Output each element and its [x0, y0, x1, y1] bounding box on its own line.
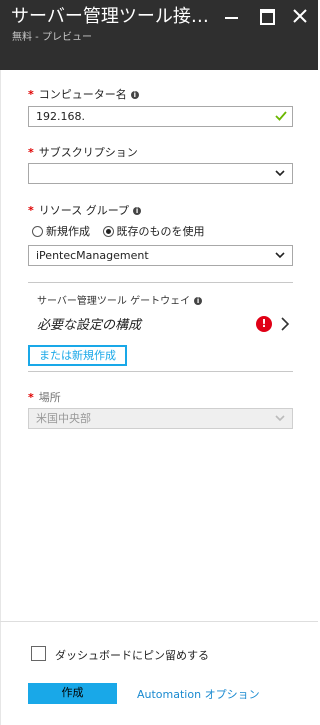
location-label-text: 場所 — [38, 391, 61, 404]
radio-use-existing[interactable]: 既存のものを使用 — [102, 223, 205, 239]
divider — [28, 282, 293, 283]
blade-border — [0, 70, 1, 725]
resource-group-radio-group: 新規作成 既存のものを使用 — [32, 223, 214, 239]
computer-name-label: * コンピューター名 i — [28, 86, 139, 102]
subscription-label: * サブスクリプション — [28, 144, 138, 160]
gateway-label: サーバー管理ツール ゲートウェイ i — [37, 292, 203, 307]
info-icon[interactable]: i — [130, 91, 139, 99]
gateway-label-text: サーバー管理ツール ゲートウェイ — [37, 296, 191, 307]
pin-to-dashboard-label[interactable]: ダッシュボードにピン留めする — [55, 647, 209, 663]
required-mark: * — [28, 146, 34, 159]
radio-button-selected[interactable] — [102, 226, 114, 237]
close-icon[interactable] — [290, 6, 310, 26]
required-mark: * — [28, 88, 34, 101]
resource-group-label-text: リソース グループ — [38, 204, 130, 217]
create-new-gateway-button[interactable]: または新規作成 — [28, 345, 127, 366]
location-label: * 場所 — [28, 389, 61, 405]
blade-subtitle: 無料 - プレビュー — [12, 32, 92, 43]
radio-use-existing-label: 既存のものを使用 — [116, 225, 205, 238]
computer-name-field[interactable]: 192.168. — [28, 106, 293, 127]
subscription-label-text: サブスクリプション — [38, 146, 138, 159]
subscription-select[interactable] — [28, 163, 293, 184]
maximize-icon[interactable] — [257, 6, 277, 26]
radio-create-new-label: 新規作成 — [46, 225, 90, 238]
info-icon[interactable]: i — [194, 297, 203, 305]
resource-group-label: * リソース グループ i — [28, 202, 142, 218]
chevron-right-icon[interactable] — [280, 316, 290, 332]
radio-button[interactable] — [32, 226, 43, 237]
footer-divider — [0, 621, 318, 622]
required-mark: * — [28, 204, 34, 217]
resource-group-select[interactable]: iPentecManagement — [28, 245, 293, 266]
gateway-config-link[interactable]: 必要な設定の構成 — [37, 314, 141, 333]
automation-options-link[interactable]: Automation オプション — [137, 686, 260, 702]
info-icon[interactable]: i — [133, 207, 142, 215]
computer-name-label-text: コンピューター名 — [38, 88, 127, 101]
checkmark-icon — [275, 111, 287, 121]
radio-create-new[interactable]: 新規作成 — [32, 223, 90, 239]
resource-group-value: iPentecManagement — [36, 249, 149, 262]
required-mark: * — [28, 391, 34, 404]
minimize-icon[interactable] — [222, 6, 242, 26]
location-select: 米国中央部 — [28, 408, 293, 429]
computer-name-value: 192.168. — [36, 110, 85, 123]
location-value: 米国中央部 — [36, 412, 91, 425]
divider — [28, 371, 293, 372]
create-button[interactable]: 作成 — [28, 683, 117, 704]
error-icon: ! — [256, 316, 272, 332]
chevron-down-icon — [275, 415, 285, 422]
pin-to-dashboard-checkbox[interactable] — [31, 646, 46, 661]
blade-header: サーバー管理ツール接… 無料 - プレビュー — [0, 0, 318, 70]
chevron-down-icon — [275, 252, 285, 259]
chevron-down-icon — [275, 170, 285, 177]
blade-title: サーバー管理ツール接… — [11, 6, 209, 27]
